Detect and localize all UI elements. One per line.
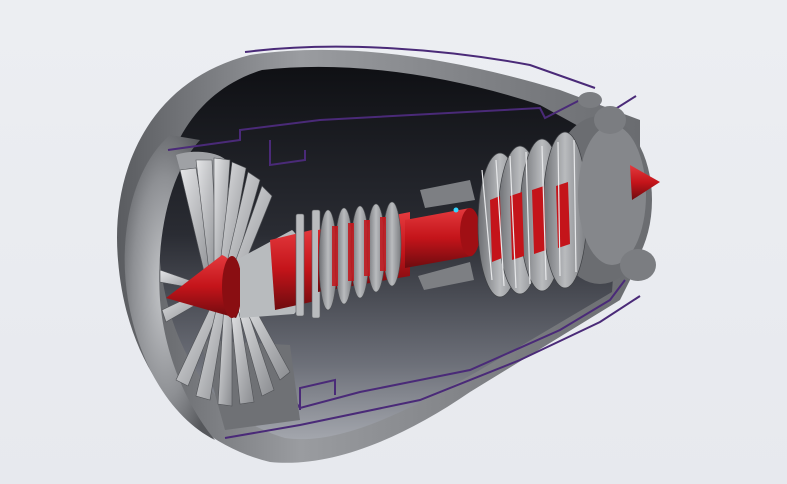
engine-model-canvas[interactable] — [0, 0, 787, 484]
selection-marker[interactable] — [453, 207, 459, 213]
3d-viewport[interactable] — [0, 0, 787, 484]
